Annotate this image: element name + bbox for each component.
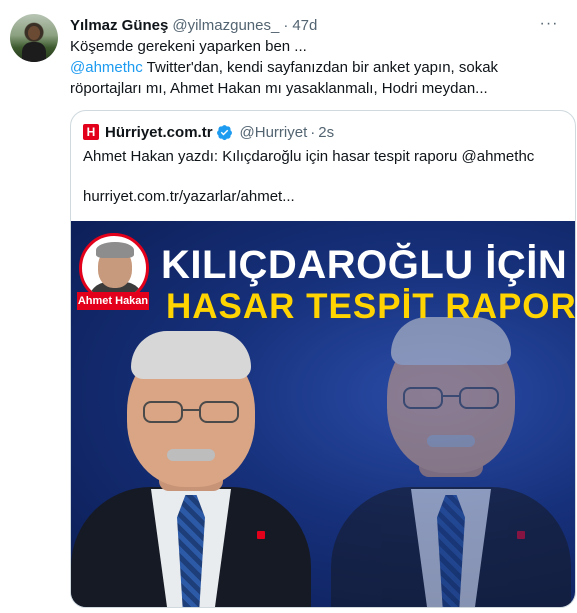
more-options-icon[interactable]: ··· — [537, 14, 561, 34]
author-avatar[interactable] — [10, 14, 58, 62]
hair — [131, 331, 251, 379]
lapel-pin — [517, 531, 525, 539]
quoted-tweet[interactable]: H Hürriyet.com.tr @Hurriyet · 2s Ahmet H… — [70, 110, 576, 608]
tweet-text-line-2: @ahmethc Twitter'dan, kendi sayfanızdan … — [70, 58, 498, 78]
columnist-name-label: Ahmet Hakan — [77, 292, 149, 310]
quoted-tweet-text: Ahmet Hakan yazdı: Kılıçdaroğlu için has… — [83, 148, 535, 165]
headline-line-1: KILIÇDAROĞLU İÇİN — [161, 243, 568, 287]
quoted-tweet-time[interactable]: 2s — [318, 124, 334, 141]
portrait-background — [331, 317, 571, 607]
quoted-author-name[interactable]: Hürriyet.com.tr — [105, 124, 213, 141]
moustache — [427, 435, 475, 447]
lapel-pin — [257, 531, 265, 539]
tweet-time[interactable]: 47d — [292, 17, 317, 34]
quoted-tweet-link[interactable]: hurriyet.com.tr/yazarlar/ahmet... — [83, 187, 295, 207]
glasses — [403, 387, 499, 409]
quoted-author-handle[interactable]: @Hurriyet — [240, 124, 308, 141]
moustache — [167, 449, 215, 461]
tweet-text-line-2-rest: Twitter'dan, kendi sayfanızdan bir anket… — [142, 59, 499, 76]
portrait-foreground — [71, 331, 311, 607]
verified-badge-icon — [216, 124, 232, 140]
quoted-separator-dot: · — [310, 123, 316, 141]
tweet[interactable]: Yılmaz Güneş @yilmazgunes_ · 47d ··· Köş… — [0, 0, 577, 613]
columnist-hair — [96, 242, 134, 258]
quoted-tweet-header: H Hürriyet.com.tr @Hurriyet · 2s — [83, 122, 334, 142]
avatar-head — [28, 26, 40, 40]
tweet-text-line-1: Köşemde gerekeni yaparken ben ... — [70, 38, 307, 55]
tweet-media-image[interactable]: Ahmet Hakan KILIÇDAROĞLU İÇİN HASAR TESP… — [71, 221, 575, 607]
headline-line-2: HASAR TESPİT RAPORU — [166, 287, 575, 326]
tweet-text-line-3: röportajları mı, Ahmet Hakan mı yasaklan… — [70, 80, 488, 97]
hurriyet-logo-icon: H — [83, 124, 99, 140]
author-name[interactable]: Yılmaz Güneş — [70, 17, 168, 34]
avatar-body — [22, 42, 46, 62]
mention-link[interactable]: @ahmethc — [70, 59, 143, 76]
glasses — [143, 401, 239, 423]
separator-dot: · — [283, 16, 289, 34]
author-handle[interactable]: @yilmazgunes_ — [172, 17, 279, 34]
tweet-header: Yılmaz Güneş @yilmazgunes_ · 47d — [70, 15, 317, 35]
